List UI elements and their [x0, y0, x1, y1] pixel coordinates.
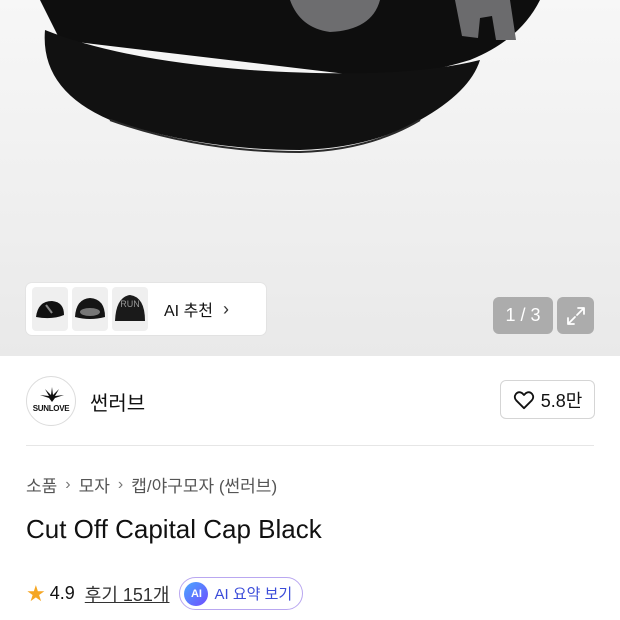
ai-summary-button[interactable]: AI AI 요약 보기 [179, 577, 304, 610]
ai-summary-label: AI 요약 보기 [214, 586, 293, 603]
ai-badge-icon: AI [184, 581, 209, 606]
divider [26, 445, 594, 446]
thumbnail-2[interactable] [72, 287, 108, 331]
product-title: Cut Off Capital Cap Black [26, 514, 322, 544]
expand-icon [566, 306, 585, 325]
breadcrumb: 소품 › 모자 › 캡/야구모자 (썬러브) [26, 472, 277, 497]
sun-logo-icon [40, 387, 64, 402]
ai-recommend-link[interactable]: AI 추천 › [164, 297, 229, 321]
chevron-right-icon: › [117, 475, 124, 493]
thumbnail-3[interactable]: RUN [112, 287, 148, 331]
brand-name[interactable]: 썬러브 [90, 387, 145, 416]
breadcrumb-item-hats[interactable]: 모자 [79, 472, 110, 497]
expand-image-button[interactable] [557, 297, 594, 334]
brand-logo[interactable]: SUNLOVE [26, 376, 76, 426]
thumbnail-3-label: RUN [120, 299, 140, 309]
thumbnail-1[interactable] [32, 287, 68, 331]
brand-logo-text: SUNLOVE [32, 403, 70, 413]
breadcrumb-item-caps[interactable]: 캡/야구모자 (썬러브) [131, 472, 277, 497]
like-count: 5.8만 [540, 390, 583, 411]
recommendation-strip[interactable]: RUN AI 추천 › [26, 283, 266, 335]
brand-row: SUNLOVE 썬러브 5.8만 [0, 356, 620, 446]
chevron-right-icon: › [65, 475, 71, 493]
image-counter: 1 / 3 [493, 297, 553, 334]
ai-recommend-label: AI 추천 [164, 303, 214, 320]
star-icon: ★ [26, 580, 46, 606]
like-button[interactable]: 5.8만 [500, 380, 595, 419]
reviews-link[interactable]: 후기 151개 [85, 581, 170, 607]
product-image-gallery[interactable]: RUN AI 추천 › 1 / 3 [0, 0, 620, 356]
rating-score: 4.9 [49, 583, 75, 603]
rating-row: ★ 4.9 후기 151개 AI AI 요약 보기 [26, 577, 304, 610]
breadcrumb-item-accessories[interactable]: 소품 [26, 472, 57, 497]
chevron-right-icon: › [223, 298, 230, 319]
heart-icon [513, 390, 534, 409]
